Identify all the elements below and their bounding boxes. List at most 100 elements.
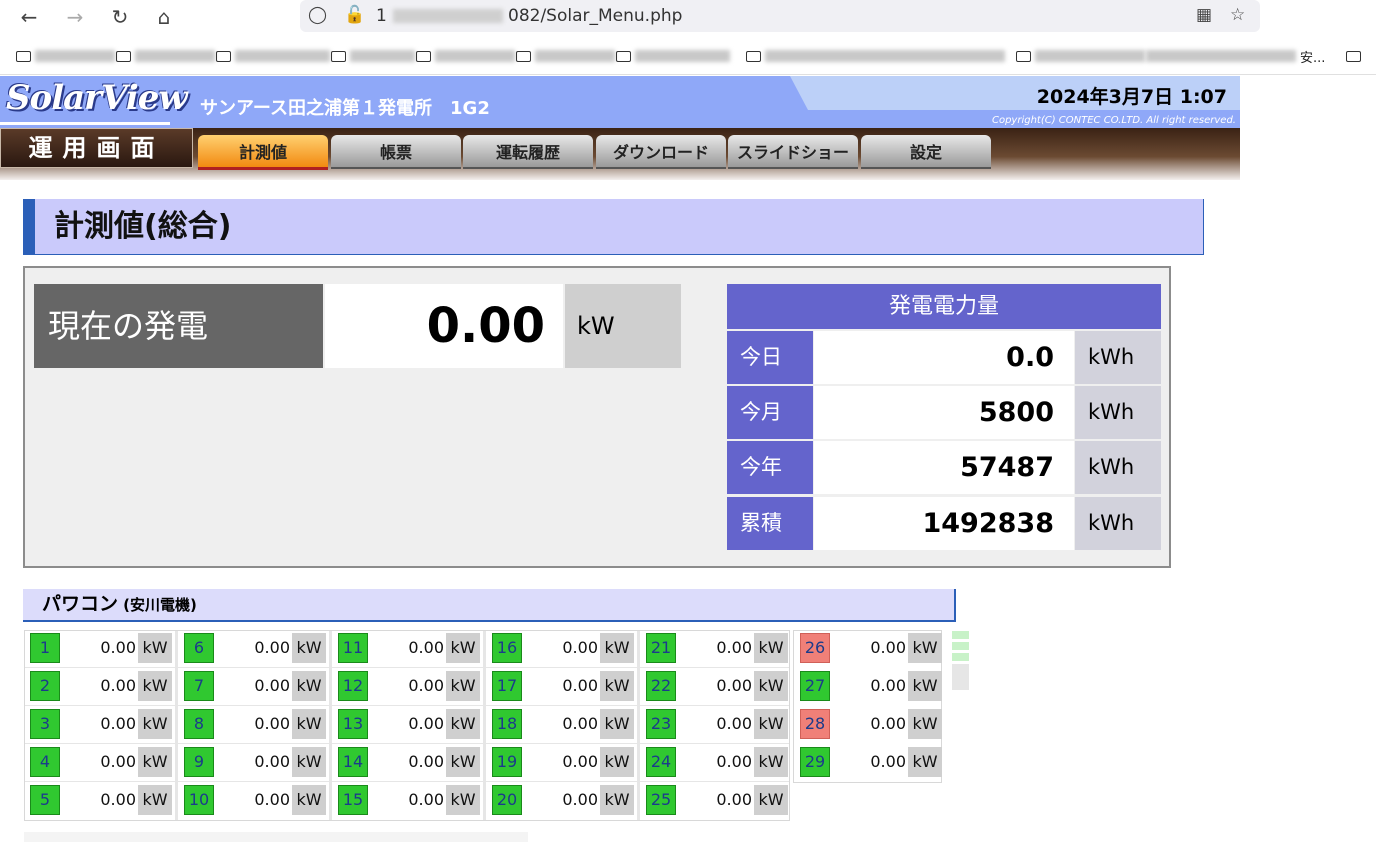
insecure-lock-icon[interactable]: 🔓 — [344, 5, 365, 25]
bookmark-item[interactable] — [616, 48, 730, 64]
tab-download[interactable]: ダウンロード — [596, 135, 726, 167]
inverter-id-button[interactable]: 16 — [492, 633, 522, 663]
forward-icon[interactable]: → — [62, 4, 88, 30]
bookmark-item[interactable]: 安... — [1146, 48, 1326, 66]
folder-icon — [116, 50, 131, 62]
inverter-id-button[interactable]: 13 — [338, 709, 368, 739]
star-icon[interactable]: ☆ — [1230, 5, 1245, 25]
inverter-value: 0.00 — [408, 638, 444, 657]
inverter-value: 0.00 — [716, 752, 752, 771]
url-redacted — [393, 9, 503, 23]
inverter-id-button[interactable]: 10 — [184, 785, 214, 815]
tab-measurement[interactable]: 計測値 — [198, 135, 328, 167]
bookmark-item[interactable] — [116, 48, 215, 64]
inverter-unit: kW — [908, 747, 942, 777]
home-icon[interactable]: ⌂ — [151, 4, 177, 30]
inverter-value: 0.00 — [100, 752, 136, 771]
inverter-id-button[interactable]: 21 — [646, 633, 676, 663]
tab-operation-history[interactable]: 運転履歴 — [463, 135, 593, 167]
bookmark-label: 安... — [1300, 50, 1326, 66]
current-power-unit: kW — [565, 284, 681, 368]
tab-report[interactable]: 帳票 — [331, 135, 461, 167]
inverter-value: 0.00 — [408, 790, 444, 809]
bookmark-item[interactable] — [746, 48, 1005, 64]
inverter-unit: kW — [292, 785, 326, 815]
inverter-id-button[interactable]: 18 — [492, 709, 522, 739]
inverter-unit: kW — [446, 747, 480, 777]
inverter-id-button[interactable]: 20 — [492, 785, 522, 815]
folder-icon — [416, 50, 431, 62]
generation-today-unit: kWh — [1075, 331, 1161, 384]
inverter-value: 0.00 — [870, 676, 906, 695]
reload-icon[interactable]: ↻ — [107, 4, 133, 30]
inverter-id-button[interactable]: 28 — [800, 709, 830, 739]
inverter-id-button[interactable]: 22 — [646, 671, 676, 701]
inverter-id-button[interactable]: 8 — [184, 709, 214, 739]
inverter-unit: kW — [600, 633, 634, 663]
qr-code-icon[interactable]: ▦ — [1196, 5, 1212, 25]
operation-screen-label: 運用画面 — [0, 128, 193, 168]
bookmark-item[interactable] — [416, 48, 515, 64]
bookmark-item[interactable] — [216, 48, 330, 64]
copyright-text: Copyright(C) CONTEC CO.LTD. All right re… — [991, 115, 1236, 126]
inverter-id-button[interactable]: 26 — [800, 633, 830, 663]
generation-year-value: 57487 — [814, 441, 1074, 494]
inverter-id-button[interactable]: 3 — [30, 709, 60, 739]
inverter-unit: kW — [446, 709, 480, 739]
inverter-cell: 6 0.00 kW — [178, 630, 328, 666]
inverter-id-button[interactable]: 27 — [800, 671, 830, 701]
inverter-value: 0.00 — [716, 714, 752, 733]
inverter-id-button[interactable]: 14 — [338, 747, 368, 777]
inverter-id-button[interactable]: 9 — [184, 747, 214, 777]
bookmark-item[interactable] — [331, 48, 415, 64]
tab-slideshow[interactable]: スライドショー — [728, 135, 858, 167]
bookmark-item[interactable] — [16, 48, 115, 64]
inverter-cell: 18 0.00 kW — [486, 706, 636, 742]
inverter-value: 0.00 — [254, 638, 290, 657]
inverter-cell: 3 0.00 kW — [24, 706, 174, 742]
inverter-cell: 12 0.00 kW — [332, 668, 482, 704]
inverter-id-button[interactable]: 25 — [646, 785, 676, 815]
inverter-id-button[interactable]: 5 — [30, 785, 60, 815]
inverter-id-button[interactable]: 1 — [30, 633, 60, 663]
inverter-cell: 25 0.00 kW — [640, 782, 790, 818]
inverter-unit: kW — [754, 671, 788, 701]
inverter-value: 0.00 — [100, 638, 136, 657]
inverter-id-button[interactable]: 24 — [646, 747, 676, 777]
inverter-unit: kW — [908, 709, 942, 739]
inverter-id-button[interactable]: 2 — [30, 671, 60, 701]
inverter-cell: 5 0.00 kW — [24, 782, 174, 818]
inverter-cell: 20 0.00 kW — [486, 782, 636, 818]
inverter-id-button[interactable]: 6 — [184, 633, 214, 663]
inverter-id-button[interactable]: 19 — [492, 747, 522, 777]
current-power-value: 0.00 — [325, 284, 563, 368]
inverter-id-button[interactable]: 23 — [646, 709, 676, 739]
tab-settings[interactable]: 設定 — [861, 135, 991, 167]
shield-icon[interactable]: ◯ — [308, 5, 327, 25]
bookmark-item[interactable] — [1016, 48, 1145, 64]
inverter-id-button[interactable]: 12 — [338, 671, 368, 701]
inverter-value: 0.00 — [254, 714, 290, 733]
bookmark-item[interactable] — [1346, 48, 1361, 64]
footer-band — [24, 832, 528, 842]
inverter-id-button[interactable]: 4 — [30, 747, 60, 777]
inverter-id-button[interactable]: 7 — [184, 671, 214, 701]
inverter-cell: 23 0.00 kW — [640, 706, 790, 742]
inverter-id-button[interactable]: 11 — [338, 633, 368, 663]
generation-year-label: 今年 — [727, 441, 813, 494]
status-strip — [952, 664, 969, 690]
inverter-unit: kW — [600, 747, 634, 777]
inverter-unit: kW — [600, 709, 634, 739]
generation-total-value: 1492838 — [814, 497, 1074, 550]
bookmark-item[interactable] — [516, 48, 615, 64]
inverter-id-button[interactable]: 17 — [492, 671, 522, 701]
inverter-id-button[interactable]: 15 — [338, 785, 368, 815]
inverter-value: 0.00 — [100, 714, 136, 733]
inverter-id-button[interactable]: 29 — [800, 747, 830, 777]
bookmarks-bar: 安... — [0, 40, 1376, 75]
back-icon[interactable]: ← — [16, 4, 42, 30]
generation-year-unit: kWh — [1075, 441, 1161, 494]
folder-icon — [516, 50, 531, 62]
generation-header: 発電電力量 — [727, 284, 1161, 329]
inverter-cell: 13 0.00 kW — [332, 706, 482, 742]
